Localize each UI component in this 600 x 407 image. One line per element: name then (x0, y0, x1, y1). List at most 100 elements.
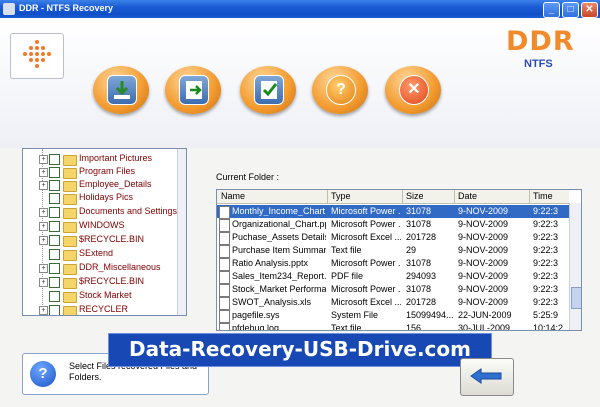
checkbox[interactable] (49, 249, 60, 260)
tree-item-label: Holidays Pics (79, 192, 134, 202)
cell-time: 9:22:3 (533, 284, 559, 294)
table-row[interactable]: Stock_Market Performa... Microsoft Power… (217, 283, 569, 297)
cell-type: Text file (331, 323, 362, 331)
cell-time: 9:22:3 (533, 297, 559, 307)
expand-icon[interactable]: + (39, 155, 48, 164)
cell-name: Sales_Item234_Report... (232, 271, 326, 281)
expand-icon[interactable]: + (39, 222, 48, 231)
cell-type: Microsoft Excel ... (331, 232, 401, 242)
checkbox[interactable] (49, 263, 60, 274)
cell-type: System File (331, 310, 379, 320)
file-list-header: Name Type Size Date Time (217, 190, 569, 204)
cell-date: 9-NOV-2009 (458, 297, 509, 307)
cell-date: 9-NOV-2009 (458, 206, 509, 216)
cell-name: Organizational_Chart.pptx (232, 219, 326, 229)
cell-size: 29 (406, 245, 417, 255)
table-row[interactable]: Purchase Item Summary... Text file 29 9-… (217, 244, 569, 258)
cell-time: 9:22:3 (533, 245, 559, 255)
cell-date: 30-JUL-2009 (458, 323, 511, 331)
tree-item-label: $RECYCLE.BIN (79, 234, 145, 244)
file-list-scrollbar[interactable] (569, 203, 581, 330)
exit-button[interactable]: ✕ (385, 66, 441, 114)
expand-icon[interactable]: + (39, 208, 48, 217)
cell-size: 31078 (406, 258, 432, 268)
table-row[interactable]: Puchase_Assets Details... Microsoft Exce… (217, 231, 569, 245)
checkbox[interactable] (49, 193, 60, 204)
expand-icon[interactable]: + (39, 278, 48, 287)
column-time[interactable]: Time (533, 191, 553, 201)
close-button[interactable]: ✕ (581, 2, 598, 18)
cell-size: 156 (406, 323, 422, 331)
scrollbar-thumb[interactable] (571, 287, 581, 309)
title-bar: DDR - NTFS Recovery _ □ ✕ (0, 0, 600, 18)
column-size[interactable]: Size (406, 191, 424, 201)
expand-icon[interactable]: + (39, 181, 48, 190)
cell-type: Microsoft Power ... (331, 219, 401, 229)
exit-icon: ✕ (399, 75, 429, 105)
maximize-button[interactable]: □ (562, 2, 579, 18)
tree-item-label: Program Files (79, 166, 136, 176)
folder-icon (63, 194, 77, 205)
table-row[interactable]: Ratio Analysis.pptx Microsoft Power ... … (217, 257, 569, 271)
table-row[interactable]: Sales_Item234_Report... PDF file 294093 … (217, 270, 569, 284)
cell-size: 201728 (406, 232, 437, 242)
tree-item-label: SExtend (79, 248, 114, 258)
table-row[interactable]: Organizational_Chart.pptx Microsoft Powe… (217, 218, 569, 232)
expand-icon[interactable]: + (39, 168, 48, 177)
brand-subtitle: NTFS (524, 58, 553, 70)
current-folder-label: Current Folder : (216, 172, 280, 182)
expand-icon[interactable]: + (39, 264, 48, 273)
checkbox[interactable] (49, 305, 60, 315)
folder-icon (63, 306, 77, 315)
table-row[interactable]: pfdebug.log Text file 156 30-JUL-2009 10… (217, 322, 569, 331)
tree-scrollbar[interactable] (177, 149, 186, 315)
cell-date: 9-NOV-2009 (458, 219, 509, 229)
checklist-button[interactable] (240, 66, 296, 114)
cell-date: 9-NOV-2009 (458, 284, 509, 294)
checkbox[interactable] (49, 291, 60, 302)
cell-type: Microsoft Power ... (331, 258, 401, 268)
checkbox[interactable] (49, 235, 60, 246)
checkbox[interactable] (49, 277, 60, 288)
cell-type: Microsoft Excel ... (331, 297, 401, 307)
column-date[interactable]: Date (458, 191, 477, 201)
folder-icon (63, 208, 77, 219)
info-help-icon[interactable]: ? (30, 361, 56, 387)
cell-name: Stock_Market Performa... (232, 284, 326, 294)
save-data-button[interactable] (93, 66, 149, 114)
folder-icon (63, 292, 77, 303)
checklist-icon (254, 75, 284, 105)
checkbox[interactable] (49, 207, 60, 218)
table-row[interactable]: pagefile.sys System File 15099494... 22-… (217, 309, 569, 323)
window-title: DDR - NTFS Recovery (19, 3, 114, 13)
cell-name: SWOT_Analysis.xls (232, 297, 312, 307)
cell-size: 31078 (406, 284, 432, 294)
back-button[interactable] (460, 358, 514, 396)
expand-icon[interactable]: + (39, 236, 48, 245)
table-row[interactable]: SWOT_Analysis.xls Microsoft Excel ... 20… (217, 296, 569, 310)
cell-date: 9-NOV-2009 (458, 232, 509, 242)
column-name[interactable]: Name (221, 191, 245, 201)
cell-type: Microsoft Power ... (331, 206, 401, 216)
file-list[interactable]: Name Type Size Date Time Monthly_Income_… (216, 189, 582, 331)
folder-tree[interactable]: + Important Pictures + Program Files + Empl… (22, 148, 187, 316)
cell-time: 9:22:3 (533, 206, 559, 216)
column-type[interactable]: Type (331, 191, 351, 201)
tree-item-label: Stock Market (79, 290, 132, 300)
cell-size: 31078 (406, 219, 432, 229)
checkbox[interactable] (49, 154, 60, 165)
cell-date: 9-NOV-2009 (458, 245, 509, 255)
table-row[interactable]: Monthly_Income_Chart... Microsoft Power … (217, 205, 569, 219)
cell-type: Microsoft Power ... (331, 284, 401, 294)
help-button[interactable]: ? (312, 66, 368, 114)
minimize-button[interactable]: _ (543, 2, 560, 18)
expand-icon[interactable]: + (39, 306, 48, 315)
tree-item-label: Important Pictures (79, 153, 153, 163)
checkbox[interactable] (49, 180, 60, 191)
checkbox[interactable] (49, 221, 60, 232)
checkbox[interactable] (49, 167, 60, 178)
help-glyph: ? (336, 81, 346, 98)
cell-time: 10:14:2 (533, 323, 564, 331)
logo-mark (23, 40, 51, 68)
recover-partition-button[interactable] (165, 66, 221, 114)
